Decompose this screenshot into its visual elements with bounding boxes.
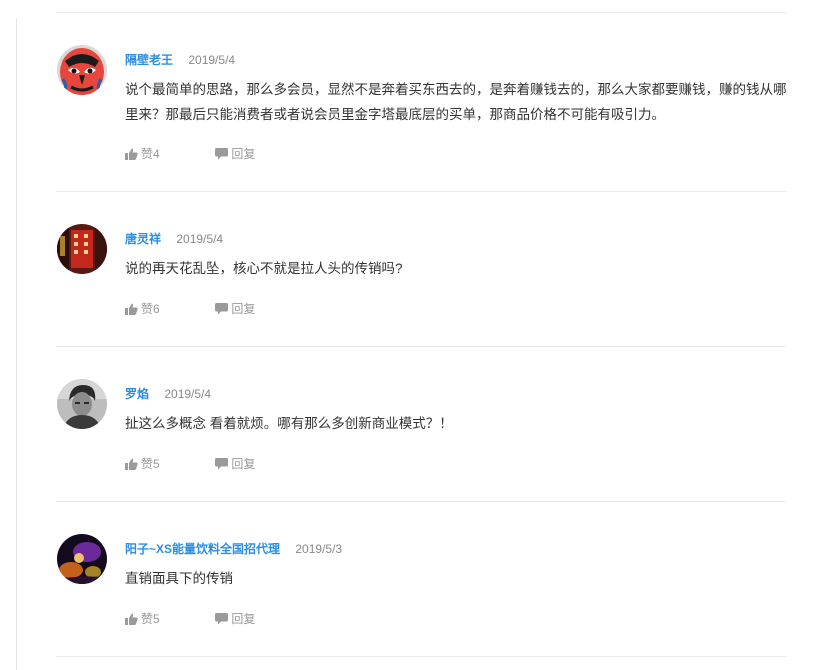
thread-left-rule <box>16 18 17 670</box>
speech-bubble-icon <box>215 147 229 159</box>
comment-date: 2019/5/4 <box>164 387 212 401</box>
like-count: 赞5 <box>141 457 160 471</box>
comment-date: 2019/5/3 <box>295 542 343 556</box>
avatar[interactable] <box>57 45 107 95</box>
comment-item: 隔壁老王 2019/5/4 说个最简单的思路，那么多会员，显然不是奔着买东西去的… <box>56 45 787 175</box>
like-count: 赞6 <box>141 302 160 316</box>
reply-button[interactable]: 回复 <box>215 455 255 472</box>
comment-text: 扯这么多概念 看着就烦。哪有那么多创新商业模式？！ <box>125 416 453 431</box>
thumbs-up-icon <box>125 458 138 470</box>
reply-label: 回复 <box>231 612 256 626</box>
comment-item: 阳子~XS能量饮料全国招代理 2019/5/3 直销面具下的传销 赞5 回复 <box>56 534 787 634</box>
thumbs-up-icon <box>125 303 138 315</box>
like-count: 赞4 <box>141 147 160 161</box>
divider <box>56 501 787 502</box>
thumbs-up-icon <box>125 613 138 625</box>
divider <box>56 656 787 657</box>
reply-button[interactable]: 回复 <box>215 610 255 627</box>
comment-item: 唐灵祥 2019/5/4 说的再天花乱坠，核心不就是拉人头的传销吗? 赞6 回复 <box>56 224 787 324</box>
comment-text: 说的再天花乱坠，核心不就是拉人头的传销吗? <box>125 261 403 276</box>
divider <box>56 346 787 347</box>
like-button[interactable]: 赞5 <box>125 610 212 627</box>
reply-label: 回复 <box>231 302 256 316</box>
speech-bubble-icon <box>215 302 229 314</box>
comment-date: 2019/5/4 <box>176 232 224 246</box>
avatar[interactable] <box>57 534 107 584</box>
username-link[interactable]: 阳子~XS能量饮料全国招代理 <box>125 542 280 556</box>
comment-date: 2019/5/4 <box>188 53 236 67</box>
like-button[interactable]: 赞4 <box>125 145 212 162</box>
like-button[interactable]: 赞5 <box>125 455 212 472</box>
username-link[interactable]: 隔壁老王 <box>125 53 173 67</box>
avatar[interactable] <box>57 379 107 429</box>
reply-button[interactable]: 回复 <box>215 145 255 162</box>
username-link[interactable]: 罗焰 <box>125 387 149 401</box>
username-link[interactable]: 唐灵祥 <box>125 232 161 246</box>
speech-bubble-icon <box>215 457 229 469</box>
comment-text: 直销面具下的传销 <box>125 571 233 586</box>
reply-button[interactable]: 回复 <box>215 300 255 317</box>
divider <box>56 191 787 192</box>
speech-bubble-icon <box>215 612 229 624</box>
comment-text: 说个最简单的思路，那么多会员，显然不是奔着买东西去的，是奔着赚钱去的，那么大家都… <box>125 82 787 122</box>
like-button[interactable]: 赞6 <box>125 300 212 317</box>
like-count: 赞5 <box>141 612 160 626</box>
reply-label: 回复 <box>231 147 256 161</box>
comment-item: 罗焰 2019/5/4 扯这么多概念 看着就烦。哪有那么多创新商业模式？！ 赞5… <box>56 379 787 479</box>
thumbs-up-icon <box>125 148 138 160</box>
reply-label: 回复 <box>231 457 256 471</box>
divider <box>56 12 787 13</box>
avatar[interactable] <box>57 224 107 274</box>
